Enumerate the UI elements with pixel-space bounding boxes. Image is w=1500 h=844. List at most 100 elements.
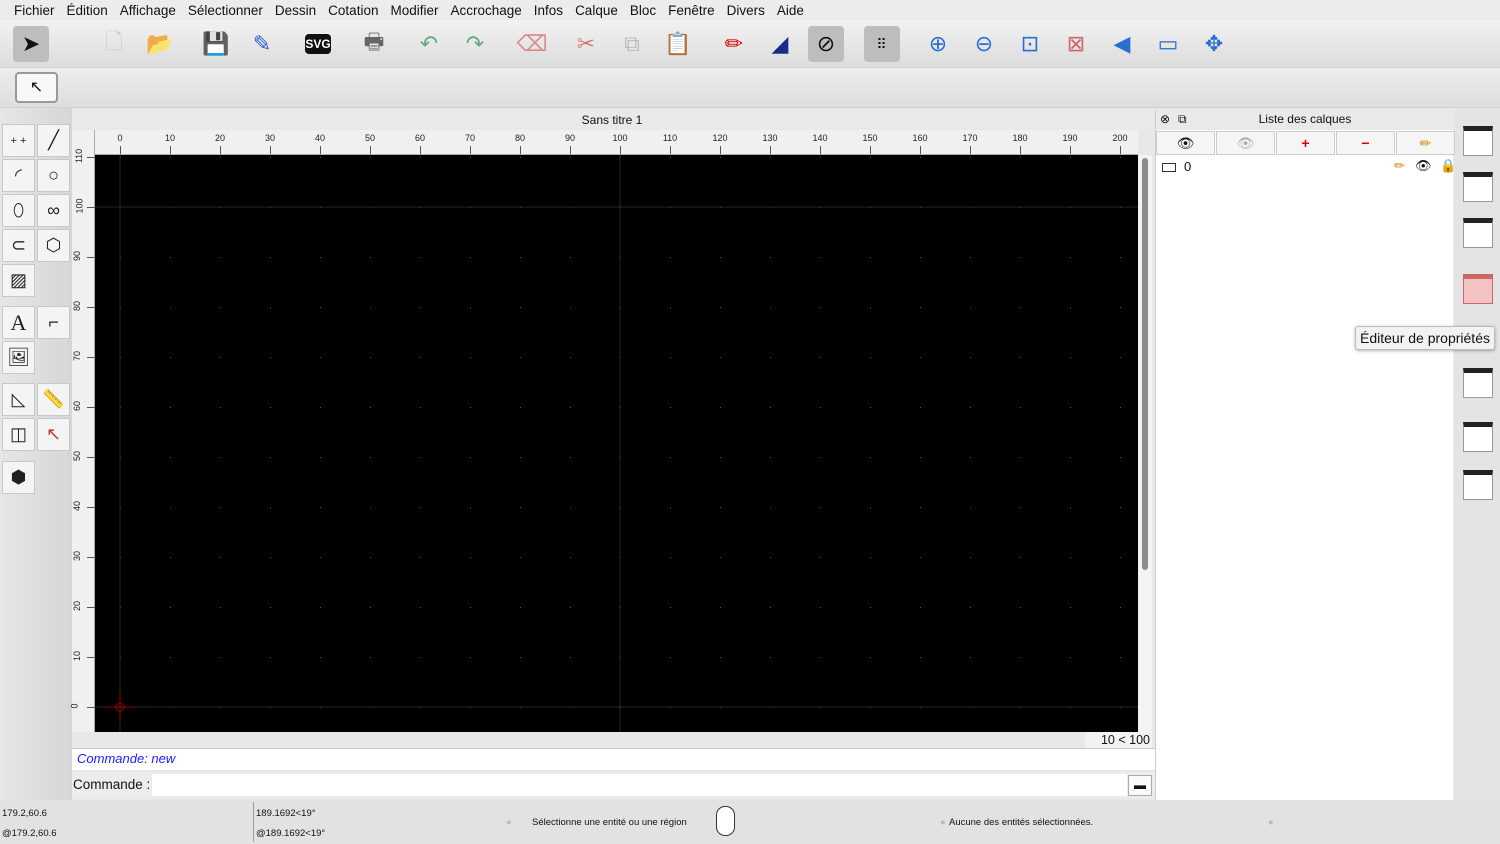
block-tool-icon[interactable]: ◫ xyxy=(2,418,35,451)
scrollbar-thumb[interactable] xyxy=(1142,158,1148,570)
pan-icon[interactable]: ✥ xyxy=(1196,26,1232,62)
menu-selectionner[interactable]: Sélectionner xyxy=(182,3,269,18)
ruler-y-label: 70 xyxy=(72,350,83,362)
cut-icon[interactable]: ✂ xyxy=(568,26,604,62)
grid-dot xyxy=(220,157,221,158)
menu-fichier[interactable]: Fichier xyxy=(8,3,61,18)
zoom-in-icon[interactable]: ⊕ xyxy=(920,26,956,62)
circle-tool-icon[interactable]: ○ xyxy=(37,159,70,192)
hatch-tool-icon[interactable]: ▨ xyxy=(2,264,35,297)
point-tool-icon[interactable]: + + xyxy=(2,124,35,157)
remove-layer-icon[interactable]: − xyxy=(1336,131,1395,155)
menu-fenetre[interactable]: Fenêtre xyxy=(662,3,721,18)
line-tool-icon[interactable]: ╱ xyxy=(37,124,70,157)
grid-dot xyxy=(770,507,771,508)
dimension-icon[interactable]: ◢ xyxy=(762,26,798,62)
menu-modifier[interactable]: Modifier xyxy=(384,3,444,18)
layer-list-icon[interactable] xyxy=(1463,218,1493,248)
grid-dot xyxy=(870,407,871,408)
menu-accrochage[interactable]: Accrochage xyxy=(444,3,527,18)
menu-cotation[interactable]: Cotation xyxy=(322,3,384,18)
close-panel-icon[interactable]: ⊗ xyxy=(1160,112,1170,126)
eraser-icon[interactable]: ⌫ xyxy=(514,26,550,62)
zoom-window-icon[interactable]: ▭ xyxy=(1150,26,1186,62)
menu-calque[interactable]: Calque xyxy=(569,3,624,18)
zoom-back-icon[interactable]: ◀ xyxy=(1104,26,1140,62)
spline-tool-icon[interactable]: ∞ xyxy=(37,194,70,227)
arc-tool-icon[interactable]: ◜ xyxy=(2,159,35,192)
new-file-icon[interactable]: 🗋 xyxy=(96,26,132,62)
zoom-previous-icon[interactable]: ⊠ xyxy=(1058,26,1094,62)
library-icon[interactable] xyxy=(1463,172,1493,202)
select-tool-icon[interactable]: ↖ xyxy=(37,418,70,451)
menu-infos[interactable]: Infos xyxy=(528,3,569,18)
pen-wizard-icon[interactable] xyxy=(1463,368,1493,398)
clipboard-icon[interactable] xyxy=(1463,470,1493,500)
edit-layer-icon[interactable]: ✏ xyxy=(1396,131,1455,155)
print-preview-icon[interactable]: 🖶 xyxy=(356,26,392,62)
grid-dot xyxy=(520,257,521,258)
3d-box-icon[interactable]: ⬢ xyxy=(2,461,35,494)
property-editor-icon[interactable] xyxy=(1463,274,1493,304)
measure-tool-icon[interactable]: 📏 xyxy=(37,383,70,416)
drawing-canvas[interactable] xyxy=(95,155,1138,732)
layer-lock-icon[interactable]: 🔒 xyxy=(1440,158,1456,174)
grid-dot xyxy=(720,157,721,158)
select-pointer-icon[interactable]: ➤ xyxy=(13,26,49,62)
svg-export-icon[interactable]: SVG xyxy=(305,34,331,54)
pen-icon[interactable]: ✏ xyxy=(716,26,752,62)
ruler-x-label: 90 xyxy=(564,133,575,143)
float-panel-icon[interactable]: ⧉ xyxy=(1178,112,1187,127)
save-as-icon[interactable]: ✎ xyxy=(244,26,280,62)
image-tool-icon[interactable]: 🖼 xyxy=(2,341,35,374)
ruler-tick xyxy=(870,146,871,154)
modify-tool-icon[interactable]: ◺ xyxy=(2,383,35,416)
ellipse-tool-icon[interactable]: ⬯ xyxy=(2,194,35,227)
layer-row[interactable]: 0 ✏ 👁 🔒 xyxy=(1156,158,1456,176)
grid-dot xyxy=(570,257,571,258)
zoom-auto-icon[interactable]: ⊡ xyxy=(1012,26,1048,62)
text-tool-icon[interactable]: A xyxy=(2,306,35,339)
grid-icon[interactable]: ⠿ xyxy=(864,26,900,62)
undo-icon[interactable]: ↶ xyxy=(411,26,447,62)
command-input[interactable] xyxy=(152,774,1127,796)
grid-dot xyxy=(570,457,571,458)
command-dock-button[interactable]: ▬ xyxy=(1128,775,1152,796)
save-icon[interactable]: 💾 xyxy=(198,26,234,62)
shapes-tool-icon[interactable]: ⬡ xyxy=(37,229,70,262)
menu-divers[interactable]: Divers xyxy=(721,3,771,18)
open-folder-icon[interactable]: 📂 xyxy=(142,26,178,62)
grid-dot xyxy=(370,157,371,158)
menu-affichage[interactable]: Affichage xyxy=(114,3,182,18)
copy-icon[interactable]: ⧉ xyxy=(614,26,650,62)
redo-icon[interactable]: ↷ xyxy=(457,26,493,62)
menu-aide[interactable]: Aide xyxy=(771,3,810,18)
polyline-tool-icon[interactable]: ⊂ xyxy=(2,229,35,262)
select-arrow-button[interactable]: ↖ xyxy=(15,72,58,103)
grid-dot xyxy=(170,607,171,608)
grid-dot xyxy=(270,257,271,258)
grid-dot xyxy=(670,257,671,258)
grid-dot xyxy=(520,657,521,658)
grid-dot xyxy=(520,607,521,608)
ruler-tick xyxy=(87,607,95,608)
show-all-layers-icon[interactable]: 👁 xyxy=(1156,131,1215,155)
zoom-out-icon[interactable]: ⊖ xyxy=(966,26,1002,62)
block-list-icon[interactable] xyxy=(1463,126,1493,156)
layer-visible-icon[interactable]: 👁 xyxy=(1415,158,1432,174)
menu-bloc[interactable]: Bloc xyxy=(624,3,662,18)
dimension-tool-icon[interactable]: ⌐ xyxy=(37,306,70,339)
layer-edit-icon[interactable]: ✏ xyxy=(1394,158,1405,174)
add-layer-icon[interactable]: + xyxy=(1276,131,1335,155)
ruler-x-label: 0 xyxy=(117,133,123,143)
menu-dessin[interactable]: Dessin xyxy=(269,3,322,18)
vertical-scrollbar[interactable] xyxy=(1138,155,1152,732)
grid-dot xyxy=(1120,457,1121,458)
ruler-tick xyxy=(87,207,95,208)
grid-dot xyxy=(1070,657,1071,658)
circle-slash-icon[interactable]: ⊘ xyxy=(808,26,844,62)
paste-icon[interactable]: 📋 xyxy=(660,26,696,62)
menu-edition[interactable]: Édition xyxy=(61,3,114,18)
command-line-icon[interactable] xyxy=(1463,422,1493,452)
hide-all-layers-icon[interactable]: 👁 xyxy=(1216,131,1275,155)
